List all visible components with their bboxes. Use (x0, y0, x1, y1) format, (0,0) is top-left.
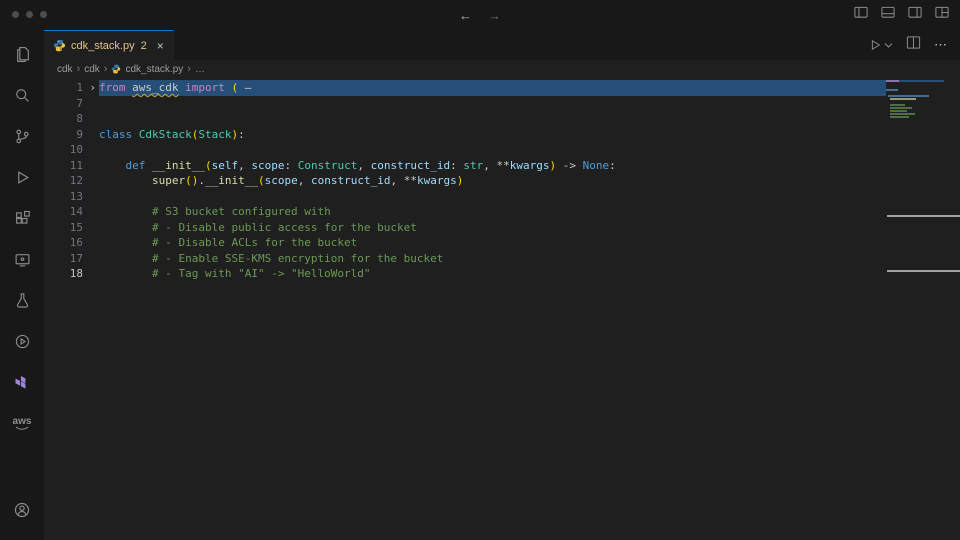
overview-ruler-mark (887, 270, 960, 272)
line-number[interactable]: 15 (44, 220, 99, 236)
history-back-button[interactable]: ← (459, 8, 472, 23)
run-icon (868, 38, 882, 52)
tab-badge: 2 (141, 40, 147, 52)
line-number[interactable]: 17 (44, 251, 99, 267)
line-number[interactable]: 13 (44, 189, 99, 205)
window-minimize-button[interactable] (26, 11, 33, 18)
code-text[interactable]: class CdkStack(Stack): (99, 127, 886, 143)
remote-explorer-icon[interactable] (0, 239, 44, 280)
code-text[interactable]: super().__init__(scope, construct_id, **… (99, 173, 886, 189)
code-text[interactable] (99, 142, 886, 158)
code-text[interactable]: # - Disable public access for the bucket (99, 220, 886, 236)
window-maximize-button[interactable] (40, 11, 47, 18)
code-line[interactable]: 12 super().__init__(scope, construct_id,… (44, 173, 960, 189)
line-number[interactable]: 11 (44, 158, 99, 174)
run-and-debug-icon[interactable] (0, 157, 44, 198)
extensions-icon[interactable] (0, 198, 44, 239)
code-line[interactable]: 10 (44, 142, 960, 158)
python-file-icon (111, 64, 121, 74)
code-text[interactable]: # S3 bucket configured with (99, 204, 886, 220)
fold-chevron-icon[interactable]: › (89, 80, 96, 96)
breadcrumb-symbol[interactable]: … (195, 64, 205, 75)
code-line[interactable]: 11 def __init__(self, scope: Construct, … (44, 158, 960, 174)
code-line[interactable]: 18 # - Tag with "AI" -> "HelloWorld" (44, 266, 960, 282)
source-control-icon[interactable] (0, 116, 44, 157)
run-circle-icon[interactable] (0, 321, 44, 362)
split-editor-icon[interactable] (906, 35, 921, 55)
code-line[interactable]: 8 (44, 111, 960, 127)
code-text[interactable]: # - Enable SSE-KMS encryption for the bu… (99, 251, 886, 267)
line-number[interactable]: 18 (44, 266, 99, 282)
line-number[interactable]: 7 (44, 96, 99, 112)
line-number[interactable]: 8 (44, 111, 99, 127)
code-text[interactable]: def __init__(self, scope: Construct, con… (99, 158, 886, 174)
code-line[interactable]: 7 (44, 96, 960, 112)
breadcrumb-separator-icon: › (104, 63, 108, 75)
code-line[interactable]: 17 # - Enable SSE-KMS encryption for the… (44, 251, 960, 267)
window-controls[interactable] (12, 11, 47, 18)
breadcrumb-separator-icon: › (187, 63, 191, 75)
tab-close-icon[interactable]: × (157, 39, 164, 53)
code-text[interactable]: # - Disable ACLs for the bucket (99, 235, 886, 251)
line-number[interactable]: 9 (44, 127, 99, 143)
terraform-icon[interactable] (0, 362, 44, 403)
history-forward-button[interactable]: → (488, 8, 501, 23)
toggle-secondary-sidebar-icon[interactable] (907, 5, 923, 25)
line-number[interactable]: 14 (44, 204, 99, 220)
tab-bar[interactable]: cdk_stack.py 2 × ⋯ (44, 30, 960, 60)
breadcrumb-file[interactable]: cdk_stack.py (125, 64, 183, 75)
code-lines: 1›from aws_cdk import ( —789class CdkSta… (44, 78, 960, 282)
breadcrumb-separator-icon: › (77, 63, 81, 75)
editor-group: cdk_stack.py 2 × ⋯ cdk › cdk › cdk_stack… (44, 30, 960, 540)
aws-icon-label: aws (13, 417, 32, 426)
testing-beaker-icon[interactable] (0, 280, 44, 321)
explorer-icon[interactable] (0, 34, 44, 75)
tab-label: cdk_stack.py (71, 40, 135, 52)
line-number[interactable]: 12 (44, 173, 99, 189)
more-actions-icon[interactable]: ⋯ (934, 37, 947, 53)
code-text[interactable]: from aws_cdk import ( — (99, 80, 886, 96)
code-line[interactable]: 13 (44, 189, 960, 205)
minimap[interactable] (886, 80, 944, 119)
code-line[interactable]: 15 # - Disable public access for the buc… (44, 220, 960, 236)
line-number[interactable]: 10 (44, 142, 99, 158)
code-line[interactable]: 9class CdkStack(Stack): (44, 127, 960, 143)
title-bar: ← → (0, 0, 960, 30)
aws-icon[interactable]: aws (0, 403, 44, 444)
code-text[interactable] (99, 96, 886, 112)
window-close-button[interactable] (12, 11, 19, 18)
run-python-file-button[interactable] (868, 38, 893, 52)
code-line[interactable]: 1›from aws_cdk import ( — (44, 80, 960, 96)
line-number[interactable]: 1› (44, 80, 99, 96)
activity-bar: aws (0, 30, 44, 540)
overview-ruler-mark (887, 215, 960, 217)
tab-cdk-stack[interactable]: cdk_stack.py 2 × (44, 30, 174, 60)
chevron-down-icon (884, 42, 893, 49)
code-editor[interactable]: 1›from aws_cdk import ( —789class CdkSta… (44, 78, 960, 540)
breadcrumb-folder[interactable]: cdk (57, 64, 73, 75)
code-text[interactable] (99, 189, 886, 205)
code-line[interactable]: 16 # - Disable ACLs for the bucket (44, 235, 960, 251)
account-icon[interactable] (0, 489, 44, 530)
search-icon[interactable] (0, 75, 44, 116)
code-text[interactable]: # - Tag with "AI" -> "HelloWorld" (99, 266, 886, 282)
line-number[interactable]: 16 (44, 235, 99, 251)
code-text[interactable] (99, 111, 886, 127)
breadcrumb: cdk › cdk › cdk_stack.py › … (44, 60, 960, 78)
toggle-sidebar-icon[interactable] (853, 5, 869, 25)
code-line[interactable]: 14 # S3 bucket configured with (44, 204, 960, 220)
breadcrumb-folder[interactable]: cdk (84, 64, 100, 75)
toggle-panel-icon[interactable] (880, 5, 896, 25)
python-file-icon (53, 39, 66, 52)
customize-layout-icon[interactable] (934, 5, 950, 25)
